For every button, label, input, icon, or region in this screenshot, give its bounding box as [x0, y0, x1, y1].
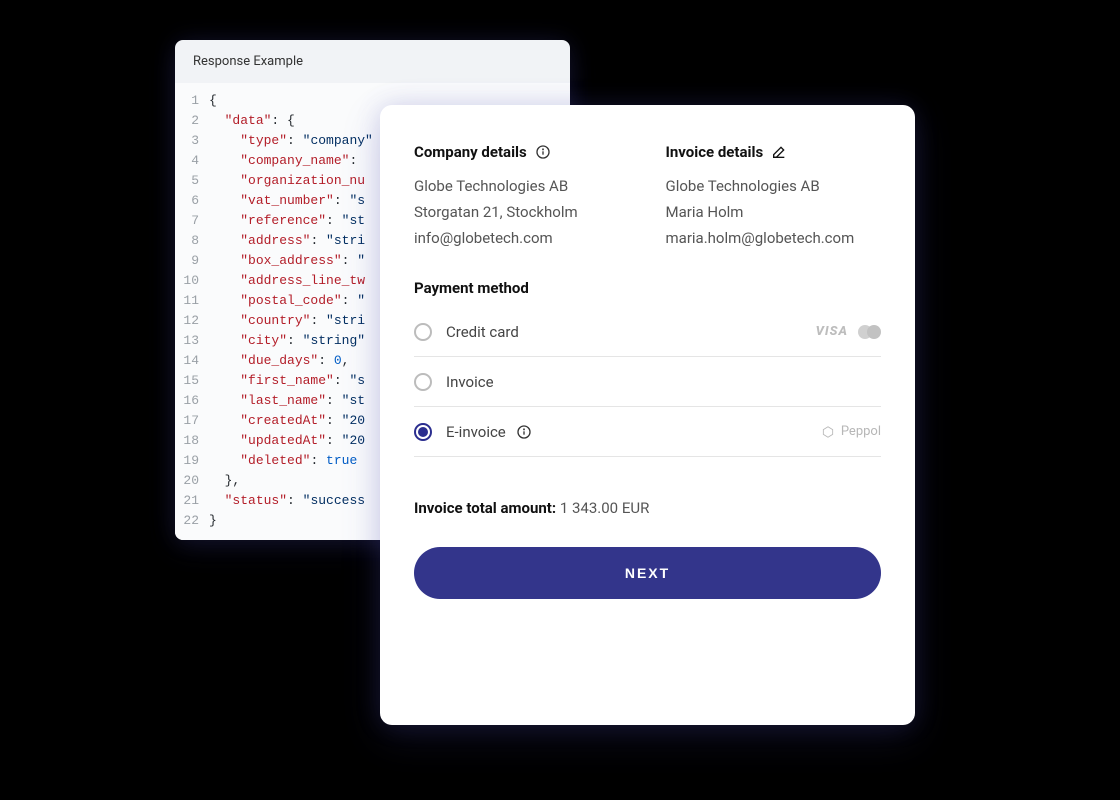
payment-option-label: Credit card — [446, 323, 519, 341]
peppol-badge: Peppol — [821, 424, 881, 439]
response-example-title: Response Example — [175, 40, 570, 83]
details-row: Company details Globe Technologies AB St… — [414, 143, 881, 251]
info-icon[interactable] — [516, 424, 532, 440]
invoice-details-heading-text: Invoice details — [666, 143, 764, 161]
radio-icon — [414, 323, 432, 341]
edit-icon[interactable] — [771, 144, 787, 160]
invoice-company: Globe Technologies AB — [666, 173, 882, 199]
company-address: Storgatan 21, Stockholm — [414, 199, 630, 225]
peppol-icon — [821, 425, 835, 439]
invoice-details-heading: Invoice details — [666, 143, 882, 161]
invoice-total-value: 1 343.00 EUR — [560, 499, 649, 517]
payment-option-invoice[interactable]: Invoice — [414, 357, 881, 407]
invoice-email: maria.holm@globetech.com — [666, 225, 882, 251]
company-name: Globe Technologies AB — [414, 173, 630, 199]
company-details-heading: Company details — [414, 143, 630, 161]
payment-option-e-invoice[interactable]: E-invoice Peppol — [414, 407, 881, 457]
payment-option-text: E-invoice — [446, 423, 506, 441]
next-button[interactable]: NEXT — [414, 547, 881, 599]
invoice-total: Invoice total amount: 1 343.00 EUR — [414, 499, 881, 517]
visa-icon: VISA — [816, 324, 848, 339]
payment-option-label: E-invoice — [446, 423, 532, 441]
mastercard-icon — [858, 325, 881, 339]
invoice-details: Invoice details Globe Technologies AB Ma… — [666, 143, 882, 251]
peppol-label: Peppol — [841, 424, 881, 439]
invoice-contact: Maria Holm — [666, 199, 882, 225]
invoice-total-label: Invoice total amount: — [414, 499, 556, 517]
checkout-card: Company details Globe Technologies AB St… — [380, 105, 915, 725]
company-details-heading-text: Company details — [414, 143, 527, 161]
company-email: info@globetech.com — [414, 225, 630, 251]
radio-icon-selected — [414, 423, 432, 441]
payment-option-brands: VISA — [816, 324, 881, 339]
payment-option-credit-card[interactable]: Credit card VISA — [414, 307, 881, 357]
payment-option-label: Invoice — [446, 373, 494, 391]
info-icon[interactable] — [535, 144, 551, 160]
radio-icon — [414, 373, 432, 391]
payment-method-heading: Payment method — [414, 279, 881, 297]
company-details: Company details Globe Technologies AB St… — [414, 143, 630, 251]
